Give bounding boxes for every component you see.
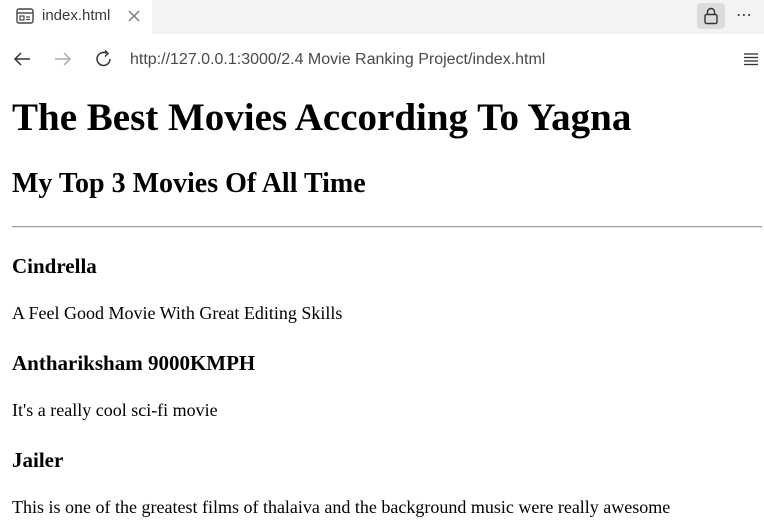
more-icon[interactable]: ⋯ — [733, 5, 755, 27]
page-icon — [16, 8, 34, 24]
forward-arrow-icon[interactable] — [53, 49, 73, 69]
movie-description-2: It's a really cool sci-fi movie — [12, 400, 218, 420]
movie-description-3: This is one of the greatest films of tha… — [12, 497, 671, 517]
close-icon[interactable] — [127, 9, 141, 23]
divider — [12, 226, 762, 228]
page-content: The Best Movies According To Yagna My To… — [0, 82, 764, 525]
lock-button[interactable] — [697, 3, 725, 29]
address-bar[interactable]: http://127.0.0.1:3000/2.4 Movie Ranking … — [130, 51, 545, 69]
navigation-bar: http://127.0.0.1:3000/2.4 Movie Ranking … — [0, 34, 764, 82]
lock-icon — [704, 7, 718, 25]
tab-strip: index.html ⋯ — [0, 0, 764, 34]
reload-icon[interactable] — [94, 49, 114, 69]
tab-title: index.html — [42, 7, 111, 24]
movie-title-2: Anthariksham 9000KMPH — [12, 351, 256, 375]
movie-title-1: Cindrella — [12, 254, 97, 278]
movie-description-1: A Feel Good Movie With Great Editing Ski… — [12, 303, 343, 323]
tab-index-html[interactable]: index.html — [0, 0, 152, 34]
page-title: The Best Movies According To Yagna — [12, 96, 632, 139]
movie-title-3: Jailer — [12, 448, 64, 472]
page-subtitle: My Top 3 Movies Of All Time — [12, 168, 366, 199]
menu-icon[interactable] — [742, 51, 760, 67]
back-arrow-icon[interactable] — [12, 49, 32, 69]
